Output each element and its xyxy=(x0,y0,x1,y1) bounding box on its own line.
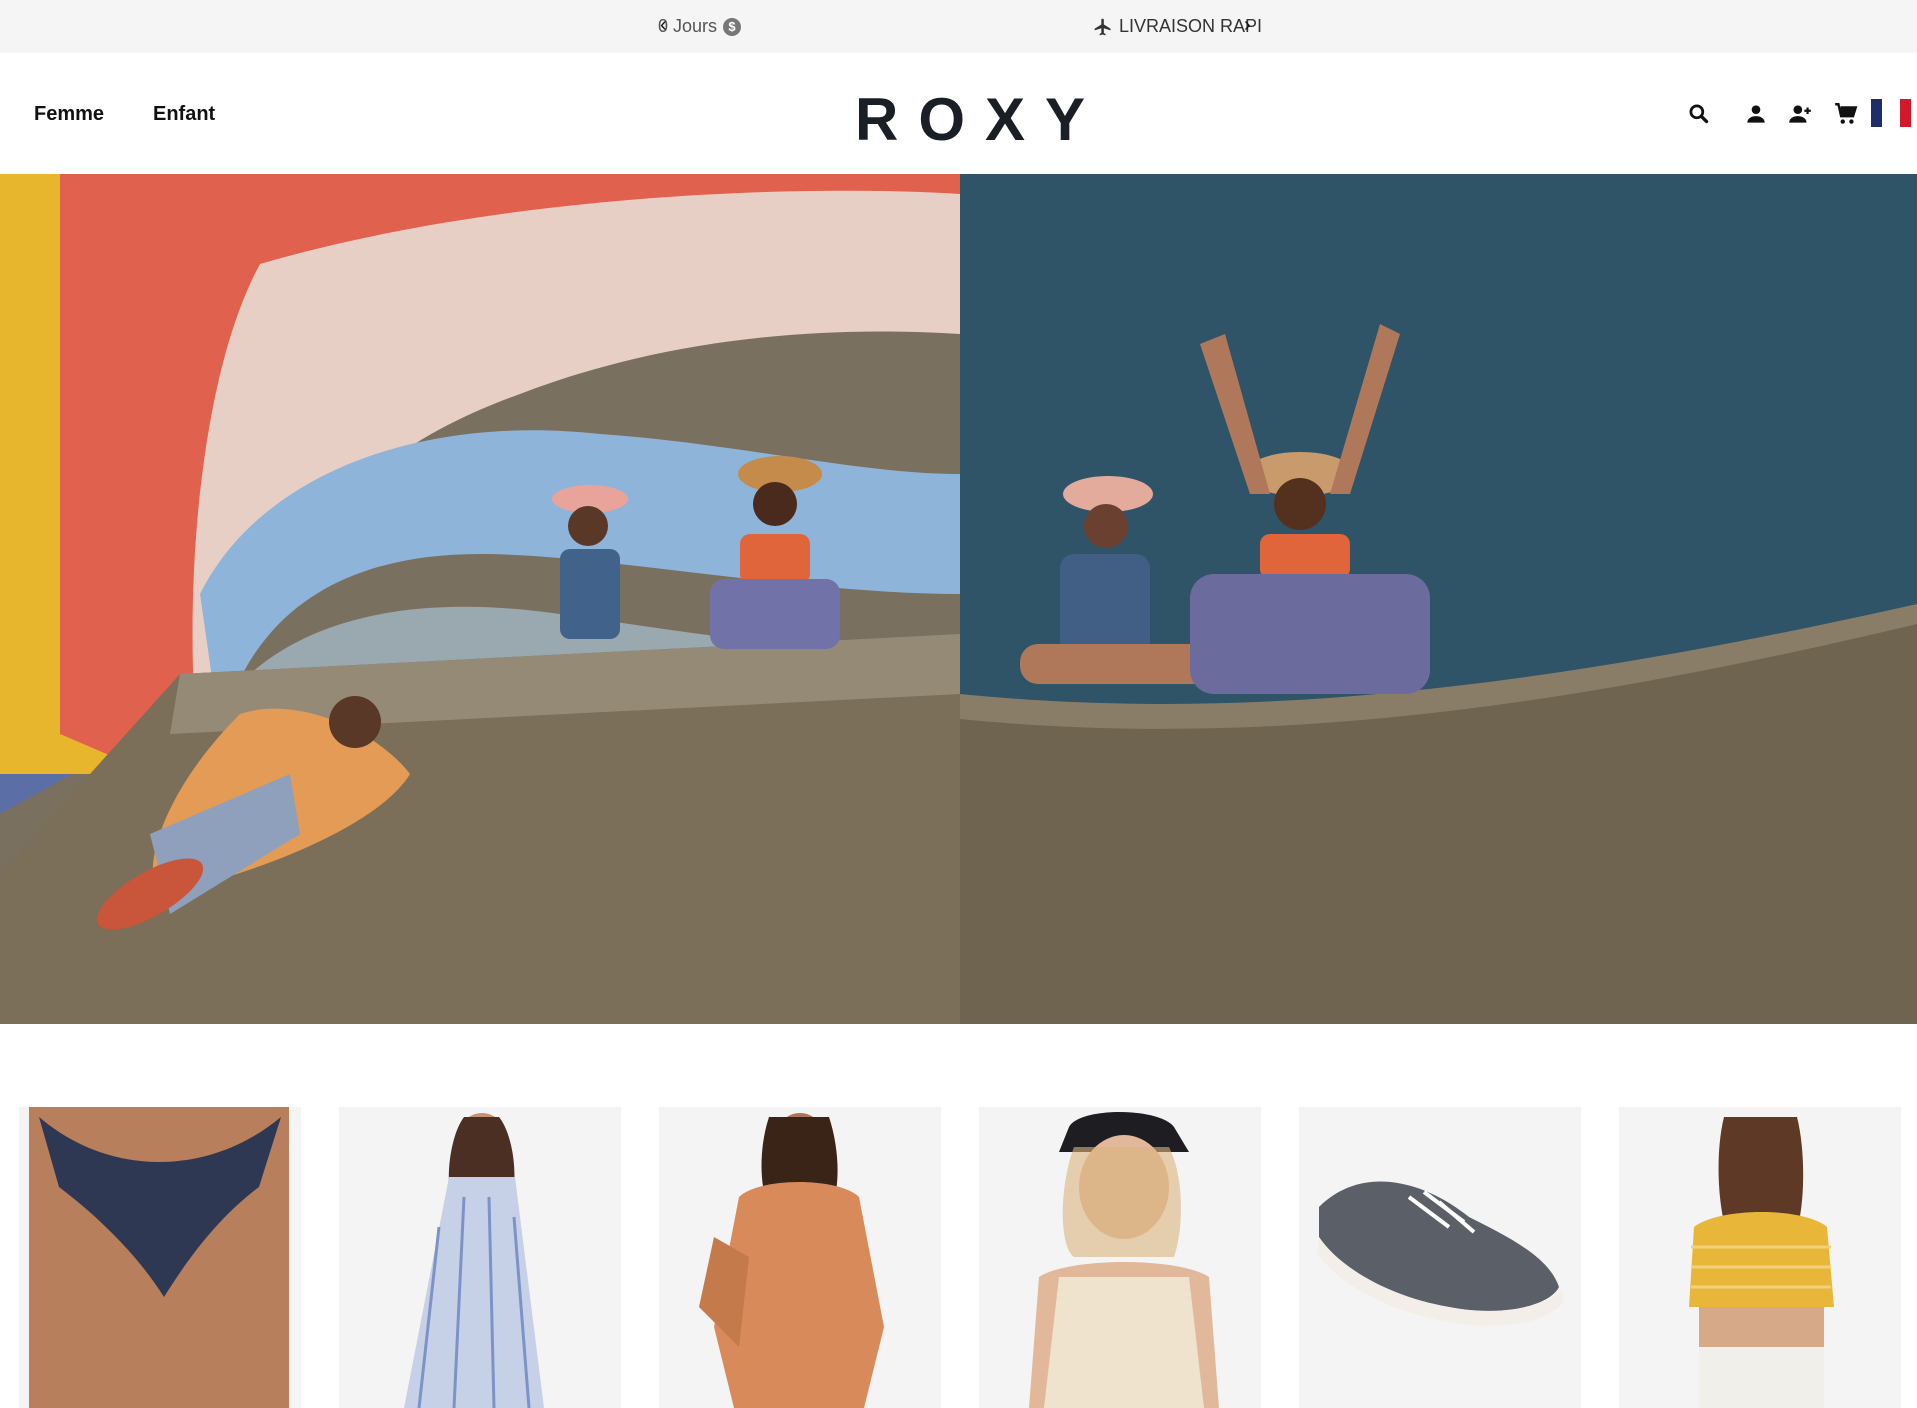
product-card-yellow-striped-crop-top[interactable] xyxy=(1619,1107,1901,1408)
site-header: Femme Enfant ROXY xyxy=(0,53,1917,174)
france-flag-icon[interactable] xyxy=(1871,99,1912,127)
product-card-grey-sneaker[interactable] xyxy=(1299,1107,1581,1408)
hero-banner[interactable] xyxy=(0,174,1917,1024)
nav-femme[interactable]: Femme xyxy=(34,103,104,126)
nav-enfant[interactable]: Enfant xyxy=(153,103,215,126)
roxy-logo[interactable]: ROXY xyxy=(855,85,1105,154)
flag-white-stripe xyxy=(1885,99,1897,127)
skatepark-rainbow-wall-photo xyxy=(0,174,960,1024)
promo-message-right[interactable]: LIVRAISON RAPI xyxy=(1093,16,1262,37)
promo-bar: 0 Jours $ ‹ LIVRAISON RAPI › xyxy=(0,0,1917,53)
promo-next-arrow[interactable]: › xyxy=(1244,14,1251,37)
search-icon[interactable] xyxy=(1686,101,1712,127)
product-carousel xyxy=(19,1107,1917,1408)
dollar-icon: $ xyxy=(723,17,742,36)
account-icon[interactable] xyxy=(1743,101,1769,127)
flag-blue-stripe xyxy=(1871,99,1882,127)
skatepark-blue-sky-photo xyxy=(960,174,1917,1024)
cart-icon[interactable] xyxy=(1833,101,1859,127)
product-card-navy-bikini-bottom[interactable] xyxy=(19,1107,301,1408)
product-card-cream-tank-with-cap[interactable] xyxy=(979,1107,1261,1408)
product-card-orange-hoodie[interactable] xyxy=(659,1107,941,1408)
flag-red-stripe xyxy=(1900,99,1912,127)
product-card-striped-sundress[interactable] xyxy=(339,1107,621,1408)
promo-left-text: 0 Jours xyxy=(658,16,718,36)
add-user-icon[interactable] xyxy=(1787,101,1813,127)
promo-right-text: LIVRAISON RAPI xyxy=(1119,16,1263,36)
airplane-icon xyxy=(1094,18,1111,35)
promo-prev-arrow[interactable]: ‹ xyxy=(660,14,667,37)
promo-message-left[interactable]: 0 Jours $ xyxy=(658,16,742,37)
